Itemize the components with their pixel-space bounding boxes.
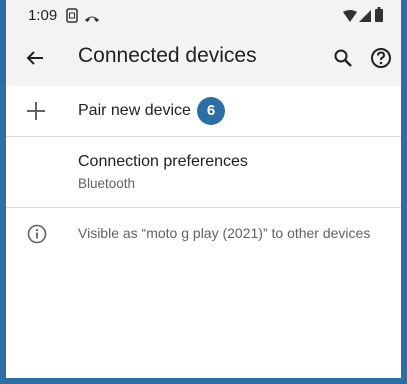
info-icon [27,224,47,249]
app-bar: Connected devices [6,30,401,86]
visibility-info-item: Visible as “moto g play (2021)” to other… [6,208,401,260]
screenshot-icon [66,8,78,28]
pair-new-device-label: Pair new device [78,102,191,119]
battery-icon [375,7,383,27]
pair-new-device-item[interactable]: Pair new device 6 [6,86,401,137]
signal-icon [359,9,371,27]
connection-preferences-summary: Bluetooth [78,176,136,191]
visibility-info-text: Visible as “moto g play (2021)” to other… [78,225,371,241]
step-badge: 6 [197,97,225,125]
plus-icon [23,98,49,129]
wifi-icon [343,9,357,27]
back-arrow-icon[interactable] [21,44,49,72]
search-icon[interactable] [329,44,357,72]
device-settings-list: Pair new device 6 Connection preferences… [6,86,401,260]
connection-preferences-label: Connection preferences [78,153,248,170]
help-icon[interactable] [367,44,395,72]
page-title: Connected devices [78,44,257,67]
device-frame: 1:09 Connected devices Pair new device 6… [0,0,407,384]
status-bar: 1:09 [6,0,401,30]
status-time: 1:09 [28,7,58,24]
connection-preferences-item[interactable]: Connection preferences Bluetooth [6,137,401,208]
call-icon [84,10,100,28]
